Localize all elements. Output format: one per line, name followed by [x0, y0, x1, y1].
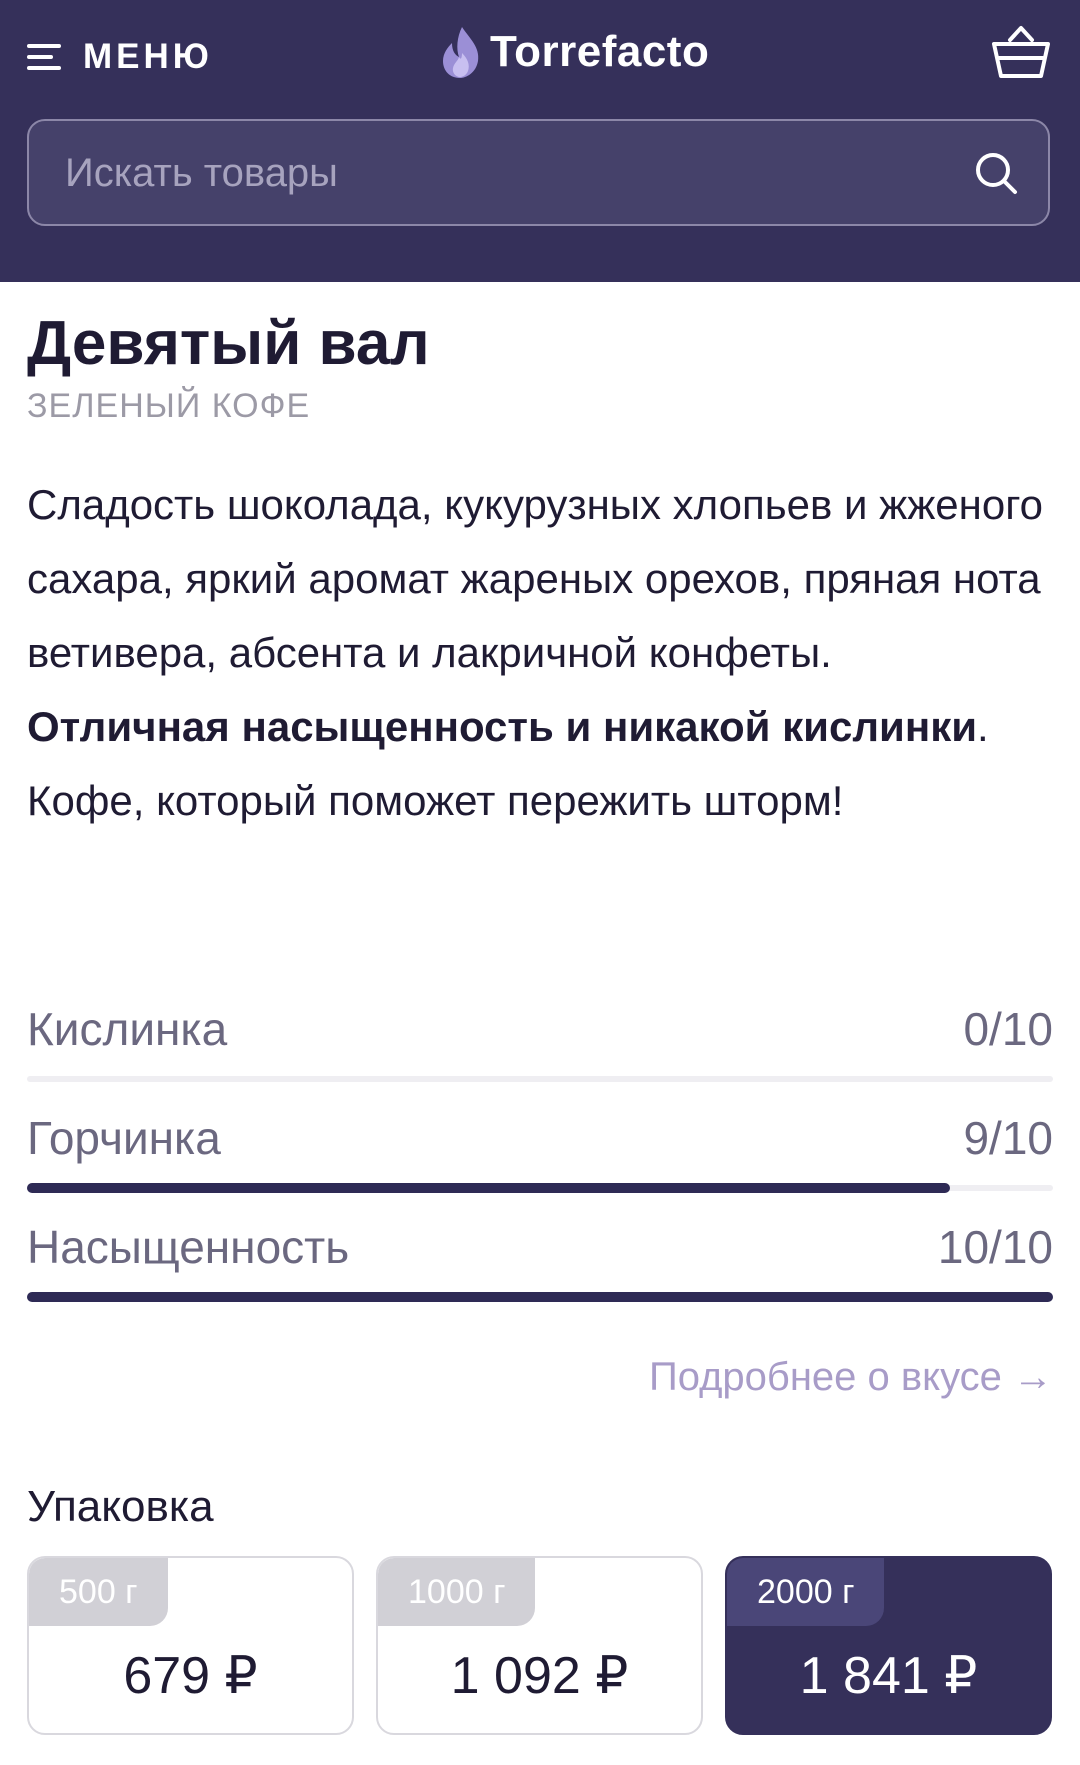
- rating-value: 9/10: [963, 1112, 1053, 1164]
- pack-option-500[interactable]: 500 г 679 ₽: [27, 1556, 354, 1735]
- menu-button[interactable]: МЕНЮ: [27, 37, 213, 76]
- basket-icon[interactable]: [990, 22, 1052, 82]
- header: МЕНЮ Torrefacto: [0, 0, 1080, 282]
- rating-acidity: Кислинка 0/10: [27, 990, 1053, 1100]
- description-period: .: [977, 703, 989, 750]
- rating-track: [27, 1292, 1053, 1302]
- rating-value: 10/10: [937, 1221, 1053, 1273]
- flame-icon: [443, 27, 479, 78]
- packaging-title: Упаковка: [27, 1482, 214, 1531]
- rating-bitterness: Горчинка 9/10: [27, 1099, 1053, 1209]
- description-highlight: Отличная насыщенность и никакой кислинки: [27, 703, 978, 750]
- description-tagline: Кофе, который поможет пережить шторм!: [27, 777, 844, 824]
- logo-text: Torrefacto: [490, 27, 710, 76]
- rating-value: 0/10: [963, 1003, 1053, 1055]
- pack-price: 1 841 ₽: [799, 1647, 978, 1705]
- pack-price: 679 ₽: [123, 1647, 258, 1705]
- pack-price: 1 092 ₽: [450, 1647, 629, 1705]
- pack-option-2000[interactable]: 2000 г 1 841 ₽: [725, 1556, 1052, 1735]
- product-category: ЗЕЛЕНЫЙ КОФЕ: [27, 387, 311, 425]
- rating-label: Кислинка: [27, 1003, 228, 1055]
- description-text: Сладость шоколада, кукурузных хлопьев и …: [27, 481, 1043, 676]
- rating-fill: [27, 1183, 951, 1193]
- rating-track: [27, 1183, 1053, 1193]
- taste-details-link[interactable]: Подробнее о вкусе →: [649, 1355, 1053, 1400]
- search-input[interactable]: [63, 121, 967, 226]
- search-box: [27, 119, 1050, 226]
- menu-label: МЕНЮ: [83, 37, 213, 76]
- pack-weight: 1000 г: [378, 1558, 536, 1626]
- search-icon[interactable]: [974, 151, 1018, 195]
- rating-saturation: Насыщенность 10/10: [27, 1208, 1053, 1318]
- rating-label: Насыщенность: [27, 1221, 350, 1273]
- product-title: Девятый вал: [27, 309, 430, 378]
- product-description: Сладость шоколада, кукурузных хлопьев и …: [27, 468, 1057, 838]
- pack-weight: 2000 г: [727, 1558, 885, 1626]
- rating-label: Горчинка: [27, 1112, 221, 1164]
- logo[interactable]: Torrefacto: [440, 22, 709, 82]
- rating-track: [27, 1076, 1053, 1082]
- pack-option-1000[interactable]: 1000 г 1 092 ₽: [376, 1556, 703, 1735]
- rating-fill: [27, 1292, 1053, 1302]
- pack-weight: 500 г: [29, 1558, 168, 1626]
- hamburger-icon: [27, 44, 61, 70]
